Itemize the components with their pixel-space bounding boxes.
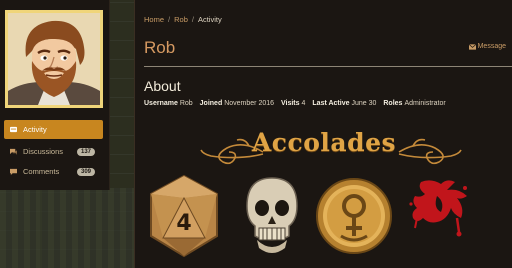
activity-icon xyxy=(10,126,17,133)
profile-stats: Username Rob Joined November 2016 Visits 4 … xyxy=(144,100,451,107)
sidebar-item-discussions[interactable]: Discussions 137 xyxy=(4,142,103,161)
message-button-label: Message xyxy=(477,43,506,50)
about-heading: About xyxy=(144,78,181,94)
stat-visits: Visits 4 xyxy=(280,100,306,107)
breadcrumb-separator: / xyxy=(168,15,171,24)
page-title: Rob xyxy=(144,38,176,57)
sidebar-item-label: Comments xyxy=(23,167,60,176)
breadcrumb-user-link[interactable]: Rob xyxy=(174,15,188,24)
sidebar-item-label: Discussions xyxy=(23,147,64,156)
sidebar-item-label: Activity xyxy=(23,125,47,134)
skull-icon[interactable] xyxy=(243,174,301,258)
discussions-icon xyxy=(10,148,17,155)
stat-last-active: Last Active June 30 xyxy=(312,100,377,107)
breadcrumb-current: Activity xyxy=(197,15,222,24)
blood-splatter-icon[interactable] xyxy=(407,174,471,258)
avatar xyxy=(5,10,103,108)
breadcrumb-separator: / xyxy=(191,15,194,24)
envelope-icon xyxy=(468,43,476,50)
message-button[interactable]: Message xyxy=(468,43,506,50)
breadcrumb-home-link[interactable]: Home xyxy=(144,15,164,24)
stat-username: Username Rob xyxy=(144,100,193,107)
venus-coin-icon[interactable] xyxy=(315,174,393,258)
discussions-count-badge: 137 xyxy=(76,147,95,156)
breadcrumb: Home / Rob / Activity xyxy=(144,15,222,24)
sidebar-item-comments[interactable]: Comments 309 xyxy=(4,162,103,181)
sidebar-item-activity[interactable]: Activity xyxy=(4,120,103,139)
profile-sidebar: Activity Discussions 137 Comments 309 xyxy=(0,0,110,190)
title-divider xyxy=(144,66,512,67)
map-texture xyxy=(0,188,134,268)
d20-die-icon[interactable]: 4 xyxy=(147,174,221,258)
stat-joined: Joined November 2016 xyxy=(199,100,275,107)
d20-face-value: 4 xyxy=(176,211,191,236)
comment-icon xyxy=(10,168,17,175)
stat-roles: Roles Administrator xyxy=(383,100,446,107)
profile-main: Home / Rob / Activity Rob Message About User… xyxy=(134,0,512,268)
accolades-title: Accolades xyxy=(251,128,397,157)
comments-count-badge: 309 xyxy=(76,167,95,176)
bearded-man-avatar-icon xyxy=(8,13,100,105)
